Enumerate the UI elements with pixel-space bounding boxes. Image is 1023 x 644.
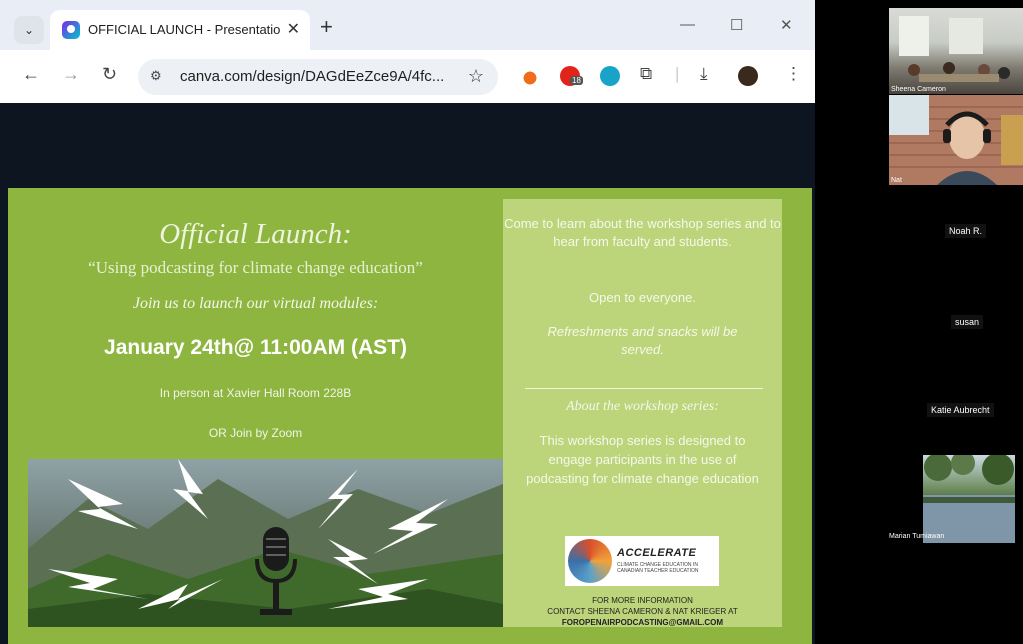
browser-toolbar: ← → ↻ ⚙ canva.com/design/DAGdEeZce9A/4fc… [0,50,815,103]
profile-avatar[interactable] [738,66,758,86]
browser-window: ⌄ OFFICIAL LAUNCH - Presentatio ✕ + — ☐ … [0,0,815,644]
tab-canva[interactable]: OFFICIAL LAUNCH - Presentatio ✕ [50,10,310,50]
slide-subtitle: “Using podcasting for climate change edu… [88,258,423,277]
menu-kebab-icon[interactable]: ⋮ [785,64,802,84]
info-intro: Come to learn about the workshop series … [504,216,781,249]
download-icon[interactable]: ⤓ [700,64,708,84]
info-about-heading: About the workshop series: [566,399,719,414]
bookmark-star-icon[interactable]: ☆ [468,66,484,87]
microphone-mountain-image [28,459,503,627]
video-tile-nat[interactable]: Nat [889,95,1023,185]
close-tab-icon[interactable]: ✕ [287,19,300,39]
url-text: canva.com/design/DAGdEeZce9A/4fc... [180,68,445,85]
canva-dark-area [0,103,815,188]
globe-logo-icon [568,539,612,583]
site-settings-icon[interactable]: ⚙ [150,68,162,84]
participant-katie[interactable]: Katie Aubrecht [927,403,994,417]
info-divider [525,388,763,389]
tile-name-sheena: Sheena Cameron [891,86,946,93]
minimize-button[interactable]: — [680,16,695,33]
tile-name-marian: Marian Tumiawan [889,533,945,540]
participant-noah[interactable]: Noah R. [945,224,987,238]
reload-icon[interactable]: ↻ [102,64,117,85]
fire-extension-icon[interactable] [520,66,540,86]
extension-badge: 18 [570,76,583,85]
maximize-button[interactable]: ☐ [730,16,743,34]
new-tab-button[interactable]: + [320,14,333,40]
tab-title: OFFICIAL LAUNCH - Presentatio [88,22,281,37]
address-bar[interactable]: ⚙ canva.com/design/DAGdEeZce9A/4fc... ☆ [138,59,498,95]
chevron-down-icon: ⌄ [23,23,35,37]
video-tile-marian[interactable] [923,451,1015,543]
slide-date: January 24th@ 11:00AM (AST) [104,336,407,359]
info-open: Open to everyone. [589,290,696,305]
back-arrow-icon[interactable]: ← [22,64,40,85]
presentation-slide[interactable]: Official Launch: “Using podcasting for c… [8,188,812,644]
extensions-puzzle-icon[interactable]: ⧉ [640,64,652,84]
slide-zoom-line: OR Join by Zoom [208,426,303,440]
m-extension-icon[interactable] [600,66,620,86]
more-info-label: FOR MORE INFORMATION [592,596,693,605]
video-tile-sheena[interactable]: Sheena Cameron [889,8,1023,94]
notification-extension-icon[interactable]: 18 [560,66,583,86]
contact-email: FOROPENAIRPODCASTING@GMAIL.COM [561,618,724,627]
tab-search-button[interactable]: ⌄ [14,16,44,44]
classroom-video [899,16,1010,82]
microphone-illustration [28,459,503,627]
close-window-button[interactable]: ✕ [780,16,793,34]
tab-bar: ⌄ OFFICIAL LAUNCH - Presentatio ✕ + — ☐ … [0,0,815,50]
tile-name-nat: Nat [891,177,902,184]
canva-favicon-icon [62,21,80,39]
forward-arrow-icon[interactable]: → [62,64,80,85]
contact-line: CONTACT SHEENA CAMERON & NAT KRIEGER AT [547,607,738,616]
participant-susan[interactable]: susan [951,315,984,329]
toolbar-divider: | [675,64,680,83]
lake-video [923,451,1015,543]
info-refreshments: Refreshments and snacks will be served. [547,324,738,357]
slide-title: Official Launch: [159,218,352,250]
accelerate-logo: ACCELERATE CLIMATE CHANGE EDUCATION IN C… [565,536,719,586]
person-video [889,95,1023,185]
slide-join-line: Join us to launch our virtual modules: [132,295,379,312]
logo-name: ACCELERATE [617,547,697,559]
info-about-text: This workshop series is designed to enga… [526,433,759,486]
video-participants-panel: Sheena Cameron Nat Noah R. susan Katie A… [815,0,1023,644]
info-panel: Come to learn about the workshop series … [503,199,782,627]
slide-location: In person at Xavier Hall Room 228B [159,386,352,400]
logo-tagline: CLIMATE CHANGE EDUCATION IN CANADIAN TEA… [617,562,699,574]
